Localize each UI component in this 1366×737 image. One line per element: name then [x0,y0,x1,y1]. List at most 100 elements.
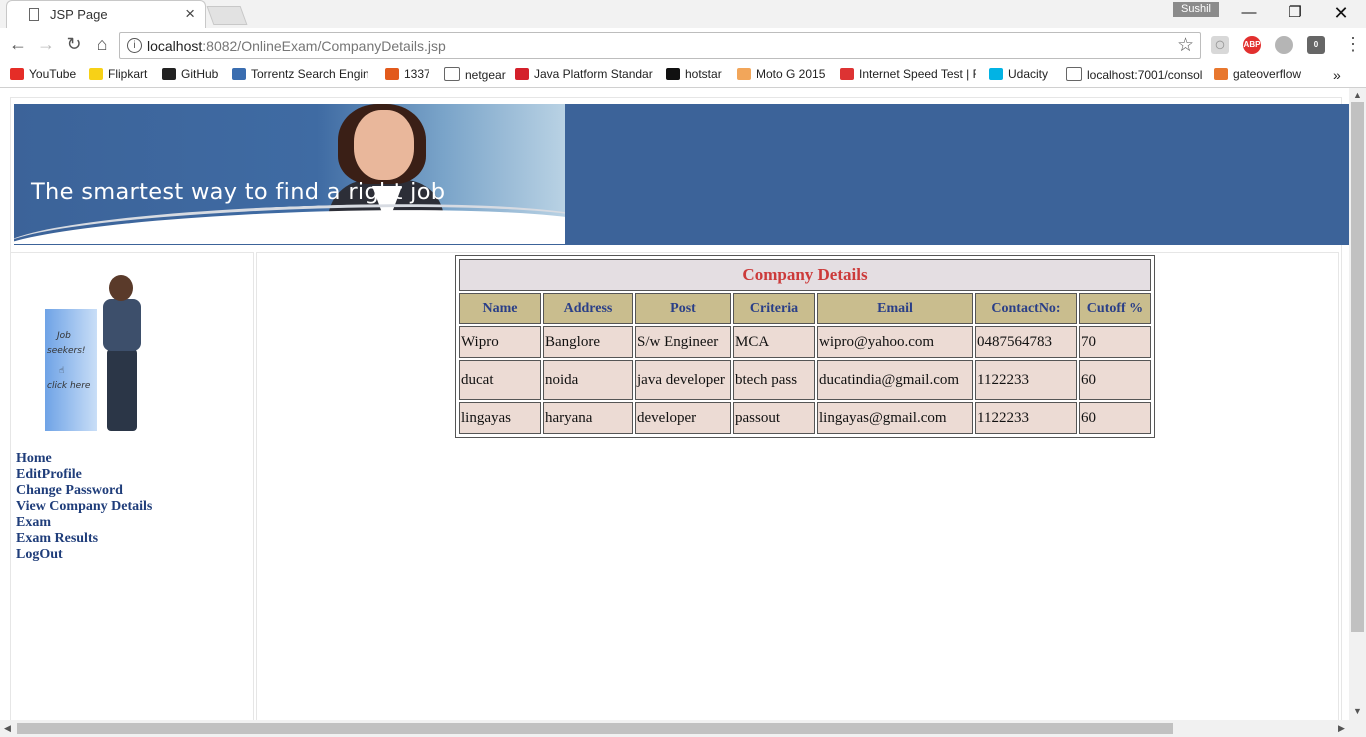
nav-link-exam-results[interactable]: Exam Results [16,531,152,547]
table-cell: developer [635,402,731,434]
bookmark-4[interactable]: 1337 [385,67,429,83]
info-icon[interactable]: i [127,38,142,53]
new-tab-button[interactable] [206,6,248,25]
horizontal-scrollbar[interactable]: ◀ ▶ [0,720,1366,737]
sidebar-nav: Home EditProfile Change Password View Co… [16,451,152,563]
table-row: lingayas haryana developer passout lingayas@… [459,402,1151,434]
bookmark-label: hotstar [685,67,722,81]
nav-link-change-password[interactable]: Change Password [16,483,152,499]
more-bookmarks-button[interactable]: » [1333,67,1341,83]
page-viewport: The smartest way to find a right job Job… [0,88,1349,720]
bookmark-9[interactable]: Internet Speed Test | F [840,67,976,83]
table-cell: ducat [459,360,541,400]
nav-link-exam[interactable]: Exam [16,515,152,531]
table-cell: 60 [1079,402,1151,434]
bookmark-6[interactable]: Java Platform Standar [515,67,653,83]
bookmark-12[interactable]: gateoverflow [1214,67,1308,83]
adblock-plus-icon[interactable]: ABP [1243,36,1261,54]
bookmark-label: Torrentz Search Engin [251,67,368,81]
torrentz-icon [232,68,246,80]
flipkart-icon [89,68,103,80]
column-header: Cutoff % [1079,293,1151,324]
table-cell: 0487564783 [975,326,1077,358]
bookmark-5[interactable]: netgear [444,67,506,83]
bookmark-2[interactable]: GitHub [162,67,224,83]
bookmark-0[interactable]: YouTube [10,67,80,83]
banner-tagline: The smartest way to find a right job [31,179,446,205]
nav-link-edit-profile[interactable]: EditProfile [16,467,152,483]
nav-link-logout[interactable]: LogOut [16,547,152,563]
minimize-button[interactable]: — [1226,2,1272,24]
home-icon[interactable]: ⌂ [90,34,114,55]
page-icon [444,67,460,81]
column-header: Email [817,293,973,324]
table-cell: S/w Engineer [635,326,731,358]
bookmark-label: 1337 [404,67,429,81]
youtube-icon [10,68,24,80]
bookmark-1[interactable]: Flipkart [89,67,151,83]
bookmark-7[interactable]: hotstar [666,67,726,83]
bookmark-3[interactable]: Torrentz Search Engin [232,67,368,83]
table-cell: Wipro [459,326,541,358]
bookmark-8[interactable]: Moto G 2015 [737,67,829,83]
table-cell: 1122233 [975,360,1077,400]
gateoverflow-icon [1214,68,1228,80]
x-icon [385,68,399,80]
back-icon[interactable]: ← [6,34,30,55]
menu-icon[interactable]: ⋮ [1344,34,1362,55]
table-cell: 60 [1079,360,1151,400]
extension-badge-icon[interactable]: 0 [1307,36,1325,54]
bookmark-star-icon[interactable]: ☆ [1177,34,1194,57]
udacity-icon [989,68,1003,80]
bookmark-10[interactable]: Udacity [989,67,1053,83]
bookmark-label: Udacity [1008,67,1049,81]
figure-text-click-here: click here [47,381,91,391]
bookmarks-bar: YouTube Flipkart GitHub Torrentz Search Eng… [0,64,1366,88]
bookmark-label: YouTube [29,67,77,81]
speedtest-icon [840,68,854,80]
address-bar[interactable]: i localhost:8082/OnlineExam/CompanyDetai… [119,32,1201,59]
profile-button[interactable]: Sushil [1173,2,1219,17]
scroll-right-icon[interactable]: ▶ [1338,723,1345,734]
nav-link-view-company-details[interactable]: View Company Details [16,499,152,515]
table-cell: 1122233 [975,402,1077,434]
bookmark-11[interactable]: localhost:7001/consol [1066,67,1202,83]
close-window-button[interactable]: ✕ [1318,2,1364,24]
figure-text-seekers: seekers! [47,346,86,356]
figure-text-job: Job [57,331,71,341]
vertical-scroll-thumb[interactable] [1351,102,1364,632]
restore-button[interactable]: ❐ [1272,2,1318,24]
shield-extension-icon[interactable]: ◯ [1211,36,1229,54]
hotstar-icon [666,68,680,80]
browser-tab[interactable]: JSP Page × [6,0,206,28]
vertical-scrollbar[interactable]: ▲ ▼ [1349,88,1366,720]
scroll-up-icon[interactable]: ▲ [1353,90,1362,100]
column-header: Name [459,293,541,324]
tab-strip: JSP Page × Sushil — ❐ ✕ [0,0,1366,28]
scroll-down-icon[interactable]: ▼ [1353,706,1362,716]
bookmark-label: gateoverflow [1233,67,1302,81]
nav-link-home[interactable]: Home [16,451,152,467]
reload-icon[interactable]: ↻ [62,34,86,55]
job-seekers-image[interactable]: Job seekers! ☝ click here [19,271,165,433]
bookmark-label: Moto G 2015 [756,67,826,81]
header-banner: The smartest way to find a right job [14,104,1349,245]
bookmark-label: Java Platform Standar [534,67,653,81]
table-cell: haryana [543,402,633,434]
table-row: Wipro Banglore S/w Engineer MCA wipro@yahoo.… [459,326,1151,358]
sidebar: Job seekers! ☝ click here Home EditProfi… [10,252,254,720]
horizontal-scroll-thumb[interactable] [17,723,1173,734]
extension-icon[interactable] [1275,36,1293,54]
browser-toolbar: ← → ↻ ⌂ i localhost:8082/OnlineExam/Comp… [0,28,1366,65]
table-cell: Banglore [543,326,633,358]
table-cell: btech pass [733,360,815,400]
table-row: ducat noida java developer btech pass ducati… [459,360,1151,400]
scroll-left-icon[interactable]: ◀ [4,723,11,734]
tab-close-icon[interactable]: × [185,4,195,24]
table-cell: MCA [733,326,815,358]
column-header: ContactNo: [975,293,1077,324]
table-cell: wipro@yahoo.com [817,326,973,358]
table-cell: lingayas [459,402,541,434]
main-content: Company Details Name Address Post Criteria E… [256,252,1339,720]
forward-icon[interactable]: → [34,34,58,55]
